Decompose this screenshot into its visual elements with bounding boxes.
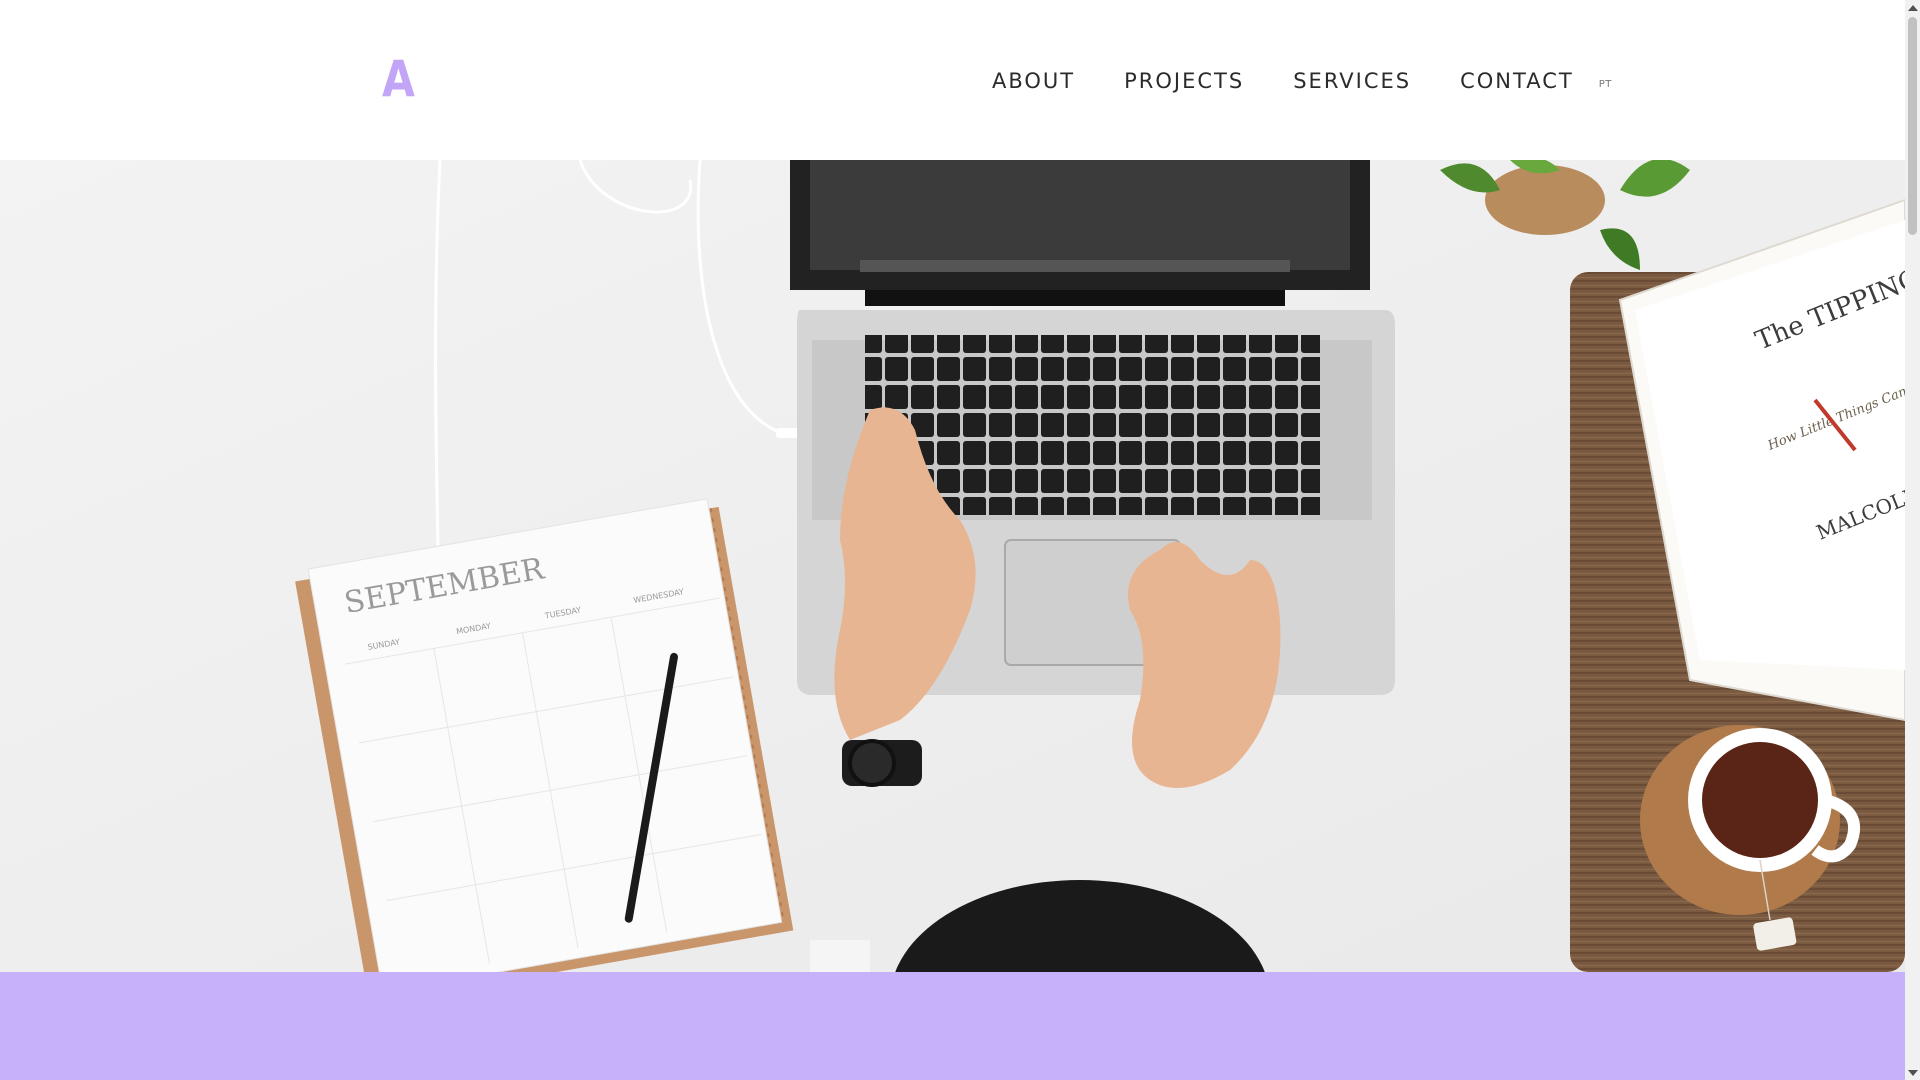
calendar-planner: SEPTEMBER SUNDAY MONDAY TUESDAY WEDNESDA… (295, 498, 794, 972)
site-header: A ABOUT PROJECTS SERVICES CONTACT PT (0, 0, 1905, 160)
scroll-up-arrow-icon[interactable] (1905, 0, 1920, 15)
page: A ABOUT PROJECTS SERVICES CONTACT PT SEP… (0, 0, 1905, 1080)
main-nav: ABOUT PROJECTS SERVICES CONTACT PT (992, 66, 1612, 96)
nav-projects[interactable]: PROJECTS (1124, 69, 1244, 93)
vertical-scrollbar[interactable] (1905, 0, 1920, 1080)
site-logo[interactable]: A (382, 52, 415, 106)
hero-image: The TIPPING POINT How Little Things Can … (0, 160, 1905, 972)
purple-section (0, 972, 1905, 1080)
language-switch[interactable]: PT (1599, 73, 1612, 90)
hero-desk-illustration: The TIPPING POINT How Little Things Can … (0, 160, 1905, 972)
nav-contact[interactable]: CONTACT (1460, 69, 1574, 93)
nav-services[interactable]: SERVICES (1293, 69, 1411, 93)
scrollbar-thumb[interactable] (1908, 17, 1917, 235)
nav-about[interactable]: ABOUT (992, 69, 1075, 93)
scroll-down-arrow-icon[interactable] (1905, 1065, 1920, 1080)
